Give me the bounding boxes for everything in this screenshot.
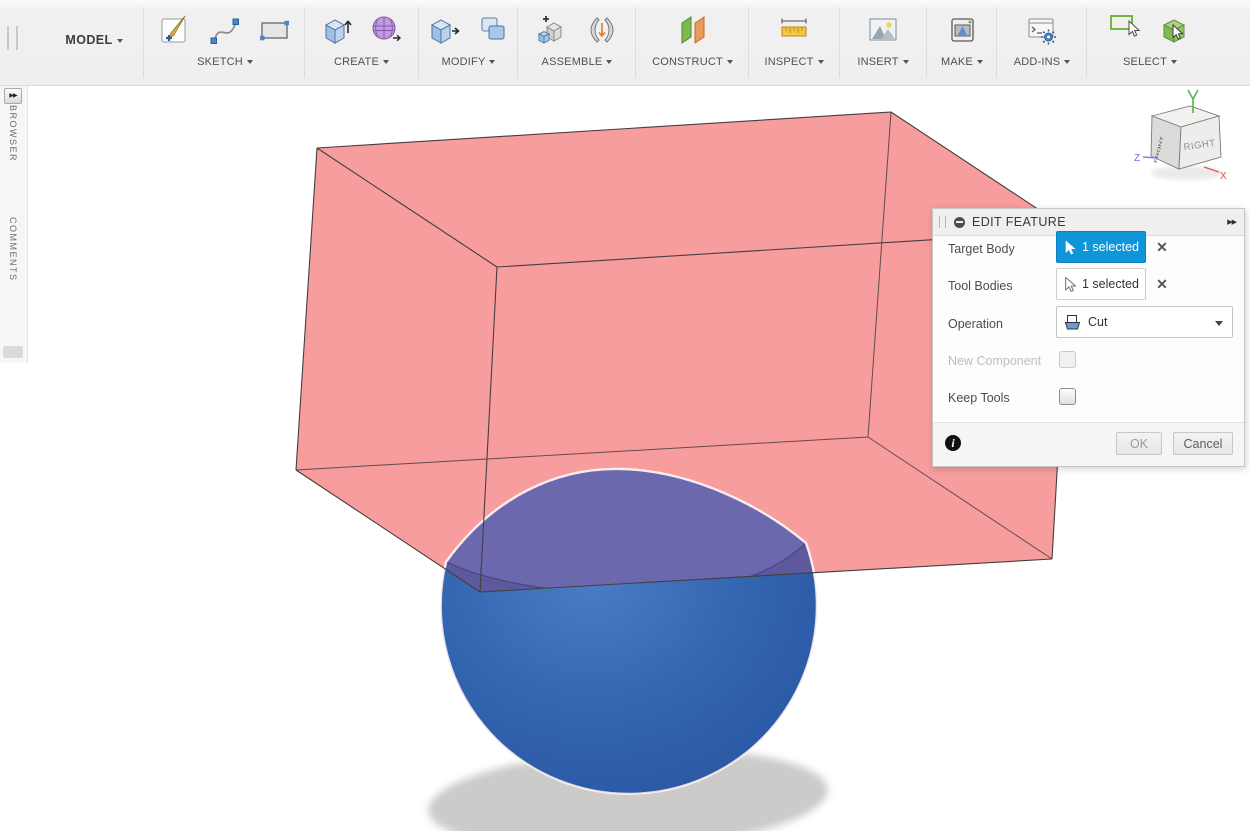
side-panel-strip: ▶▶ BROWSER COMMENTS	[0, 86, 28, 363]
construction-plane-icon[interactable]	[675, 12, 711, 48]
3d-print-icon[interactable]	[944, 12, 980, 48]
assemble-menu[interactable]: ASSEMBLE	[542, 56, 613, 68]
chevron-down-icon	[116, 39, 123, 43]
target-body-selection-button[interactable]: 1 selected	[1056, 231, 1146, 263]
toolbar-group-inspect: INSPECT	[751, 4, 837, 82]
operation-label: Operation	[948, 317, 1003, 331]
chevron-down-icon	[606, 60, 613, 64]
create-sketch-icon[interactable]	[157, 12, 193, 48]
workspace-label: MODEL	[65, 33, 113, 47]
combine-icon[interactable]	[476, 12, 512, 48]
toolbar-group-insert: INSERT	[842, 4, 924, 82]
panel-resize-handle[interactable]	[3, 346, 23, 358]
expand-dialog-icon[interactable]: ▶▶	[1227, 218, 1237, 226]
chevron-down-icon	[489, 60, 496, 64]
chevron-down-icon	[817, 60, 824, 64]
chevron-down-icon	[1064, 60, 1071, 64]
edit-feature-dialog: EDIT FEATURE ▶▶ Target Body 1 selected ✕…	[932, 208, 1245, 467]
tool-bodies-count: 1 selected	[1082, 277, 1139, 291]
chevron-down-icon	[976, 60, 983, 64]
target-body-count: 1 selected	[1082, 240, 1139, 254]
rectangle-icon[interactable]	[257, 12, 293, 48]
construct-menu[interactable]: CONSTRUCT	[652, 56, 733, 68]
clear-target-body-icon[interactable]: ✕	[1153, 238, 1171, 256]
sketch-menu[interactable]: SKETCH	[197, 56, 253, 68]
chevron-down-icon	[726, 60, 733, 64]
dialog-title: EDIT FEATURE	[972, 215, 1066, 229]
info-icon[interactable]: i	[945, 435, 961, 451]
cut-operation-icon	[1064, 314, 1081, 329]
cursor-icon	[1065, 240, 1076, 254]
scripts-addins-icon[interactable]	[1024, 12, 1060, 48]
new-component-label: New Component	[948, 354, 1042, 368]
x-axis-label: X	[1220, 171, 1227, 182]
make-menu[interactable]: MAKE	[941, 56, 983, 68]
toolbar-group-assemble: ASSEMBLE	[520, 4, 634, 82]
ok-button[interactable]: OK	[1116, 432, 1162, 455]
toolbar-group-construct: CONSTRUCT	[638, 4, 747, 82]
chevron-down-icon	[383, 60, 389, 64]
operation-value: Cut	[1088, 315, 1108, 329]
view-cube[interactable]: RIGHT FRONT Z X	[1134, 89, 1227, 182]
new-component-checkbox	[1059, 351, 1076, 368]
toolbar-group-select: SELECT	[1090, 4, 1210, 82]
window-select-icon[interactable]	[1107, 8, 1143, 44]
chevron-down-icon	[1171, 60, 1177, 64]
insert-image-icon[interactable]	[865, 12, 901, 48]
dialog-footer: i OK Cancel	[933, 422, 1244, 466]
chevron-down-icon	[1215, 321, 1223, 326]
press-pull-icon[interactable]	[426, 12, 462, 48]
toolbar-group-make: MAKE	[929, 4, 995, 82]
workspace-switcher[interactable]: MODEL	[44, 33, 144, 47]
toolbar: MODEL SKETCH CREATE MODIFY ASSEMBLE CONS…	[0, 0, 1250, 86]
tool-bodies-selection-button[interactable]: 1 selected	[1056, 268, 1146, 300]
select-menu[interactable]: SELECT	[1123, 56, 1177, 68]
create-form-icon[interactable]	[369, 12, 405, 48]
inspect-menu[interactable]: INSPECT	[764, 56, 824, 68]
joint-icon[interactable]	[584, 12, 620, 48]
operation-dropdown[interactable]: Cut	[1056, 306, 1233, 338]
new-component-icon[interactable]	[534, 12, 570, 48]
toolbar-group-addins: ADD-INS	[999, 4, 1085, 82]
toolbar-group-sketch: SKETCH	[147, 4, 303, 82]
sidebar-tab-browser[interactable]: BROWSER	[8, 105, 18, 162]
drag-grip-icon	[939, 216, 946, 228]
modify-menu[interactable]: MODIFY	[442, 56, 496, 68]
clear-tool-bodies-icon[interactable]: ✕	[1153, 275, 1171, 293]
chevron-down-icon	[246, 60, 253, 64]
keep-tools-checkbox[interactable]	[1059, 388, 1076, 405]
application-window: RIGHT FRONT Z X MODEL SKETCH CREATE MODI…	[0, 0, 1250, 831]
cancel-button[interactable]: Cancel	[1173, 432, 1233, 455]
z-axis-label: Z	[1134, 153, 1140, 164]
create-menu[interactable]: CREATE	[334, 56, 389, 68]
keep-tools-label: Keep Tools	[948, 391, 1010, 405]
sidebar-tab-comments[interactable]: COMMENTS	[8, 217, 18, 282]
feature-state-icon	[954, 216, 965, 228]
z-axis-icon	[1142, 156, 1158, 159]
tool-bodies-label: Tool Bodies	[948, 279, 1013, 293]
target-body-label: Target Body	[948, 242, 1015, 256]
spline-icon[interactable]	[207, 12, 243, 48]
cursor-outline-icon	[1065, 276, 1076, 292]
toolbar-group-create: CREATE	[306, 4, 417, 82]
addins-menu[interactable]: ADD-INS	[1014, 56, 1071, 68]
measure-icon[interactable]	[776, 12, 812, 48]
toolbar-group-modify: MODIFY	[421, 4, 516, 82]
insert-menu[interactable]: INSERT	[857, 56, 909, 68]
toolbar-grip-icon[interactable]	[7, 26, 18, 50]
expand-browser-button[interactable]: ▶▶	[4, 88, 22, 104]
chevron-down-icon	[902, 60, 909, 64]
select-solid-icon[interactable]	[1157, 12, 1193, 48]
extrude-icon[interactable]	[319, 12, 355, 48]
